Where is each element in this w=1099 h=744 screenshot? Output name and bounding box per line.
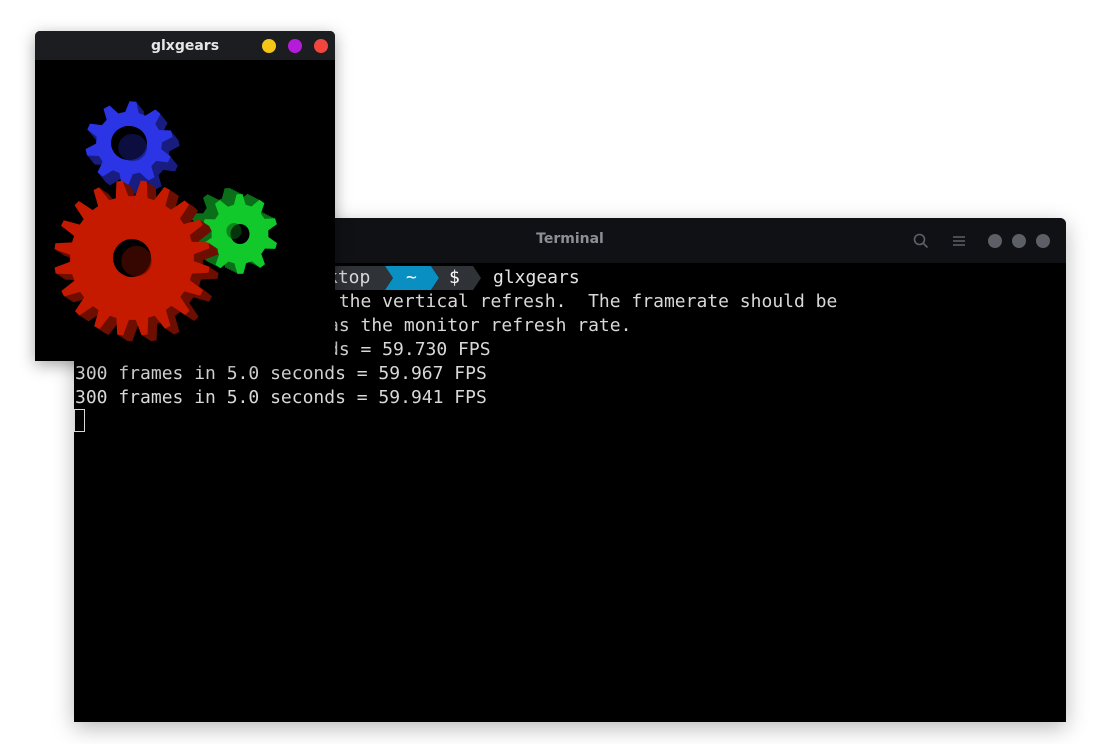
prompt-symbol: $ bbox=[449, 267, 460, 288]
blue-gear bbox=[85, 101, 180, 194]
minimize-button[interactable] bbox=[262, 39, 276, 53]
maximize-button[interactable] bbox=[1012, 234, 1026, 248]
glxgears-titlebar[interactable]: glxgears bbox=[35, 31, 335, 60]
prompt-home: ~ bbox=[406, 267, 417, 288]
maximize-button[interactable] bbox=[288, 39, 302, 53]
output-line: ds = 59.730 FPS bbox=[328, 339, 491, 360]
output-line: the vertical refresh. The framerate shou… bbox=[328, 291, 838, 312]
minimize-button[interactable] bbox=[988, 234, 1002, 248]
glxgears-window[interactable]: glxgears bbox=[35, 31, 335, 361]
text-cursor bbox=[74, 409, 85, 432]
output-line: 300 frames in 5.0 seconds = 59.967 FPS bbox=[75, 363, 487, 384]
red-gear bbox=[54, 180, 219, 342]
prompt-command: glxgears bbox=[493, 267, 580, 288]
output-line: as the monitor refresh rate. bbox=[328, 315, 632, 336]
gears-canvas bbox=[54, 101, 277, 342]
hamburger-menu-icon[interactable] bbox=[950, 232, 968, 250]
close-button[interactable] bbox=[314, 39, 328, 53]
search-icon[interactable] bbox=[912, 232, 930, 250]
output-line: 300 frames in 5.0 seconds = 59.941 FPS bbox=[75, 387, 487, 408]
close-button[interactable] bbox=[1036, 234, 1050, 248]
